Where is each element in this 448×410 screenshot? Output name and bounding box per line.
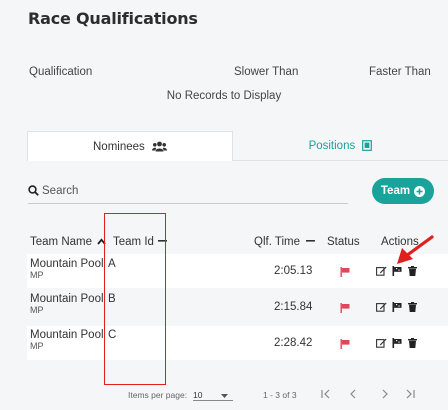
edit-icon[interactable] [376,302,387,312]
flag-icon [340,303,350,313]
search-input[interactable] [42,182,342,200]
search-field [28,180,348,204]
annotation-arrow-icon [397,235,434,264]
qlf-time-cell: 2:15.84 [274,301,313,313]
first-page-icon[interactable] [321,389,332,399]
last-page-icon[interactable] [404,389,415,399]
search-icon [28,185,39,196]
caret-down-icon [221,394,228,398]
column-qualification: Qualification [29,66,93,78]
table-row: Mountain Pool MP B 2:15.84 [27,290,448,324]
edit-icon[interactable] [376,338,387,348]
table-row: Mountain Pool MP A 2:05.13 [27,254,448,288]
team-name-cell: Mountain Pool MP [30,293,104,315]
users-icon [151,141,167,152]
sort-none-icon [306,240,316,242]
team-name-cell: Mountain Pool MP [30,329,104,351]
flag-icon [340,339,350,349]
tab-nominees[interactable]: Nominees [27,131,233,161]
header-status: Status [327,236,360,248]
table-row: Mountain Pool MP C 2:28.42 [27,326,448,360]
header-team-name[interactable]: Team Name [30,236,106,248]
flag-action-icon[interactable] [392,302,402,312]
qlf-time-cell: 2:28.42 [274,337,313,349]
trash-icon[interactable] [408,266,417,276]
trash-icon[interactable] [408,338,417,348]
pagination-range: 1 - 3 of 3 [263,390,297,400]
column-slower-than: Slower Than [234,66,299,78]
tab-nominees-label: Nominees [93,141,145,153]
tab-positions[interactable]: Positions [233,131,448,161]
edit-icon[interactable] [376,266,387,276]
flag-action-icon[interactable] [392,338,402,348]
flag-action-icon[interactable] [392,266,402,276]
trash-icon[interactable] [408,302,417,312]
header-qlf-time[interactable]: Qlf. Time [254,236,316,248]
plus-icon [414,185,426,197]
badge-icon [362,140,373,151]
items-per-page-select[interactable]: 10 [193,390,233,401]
annotation-highlight-box [104,213,166,385]
column-faster-than: Faster Than [369,66,431,78]
tab-bar: Nominees Positions [27,131,448,161]
items-per-page-label: Items per page: [128,390,188,400]
team-name-cell: Mountain Pool MP [30,258,104,280]
add-team-button[interactable]: Team [372,178,434,204]
next-page-icon[interactable] [381,389,389,399]
previous-page-icon[interactable] [349,389,357,399]
add-team-label: Team [380,185,411,197]
flag-icon [340,267,350,277]
empty-state-text: No Records to Display [166,90,282,102]
qlf-time-cell: 2:05.13 [274,265,313,277]
tab-positions-label: Positions [308,140,356,152]
page-title: Race Qualifications [28,9,198,28]
